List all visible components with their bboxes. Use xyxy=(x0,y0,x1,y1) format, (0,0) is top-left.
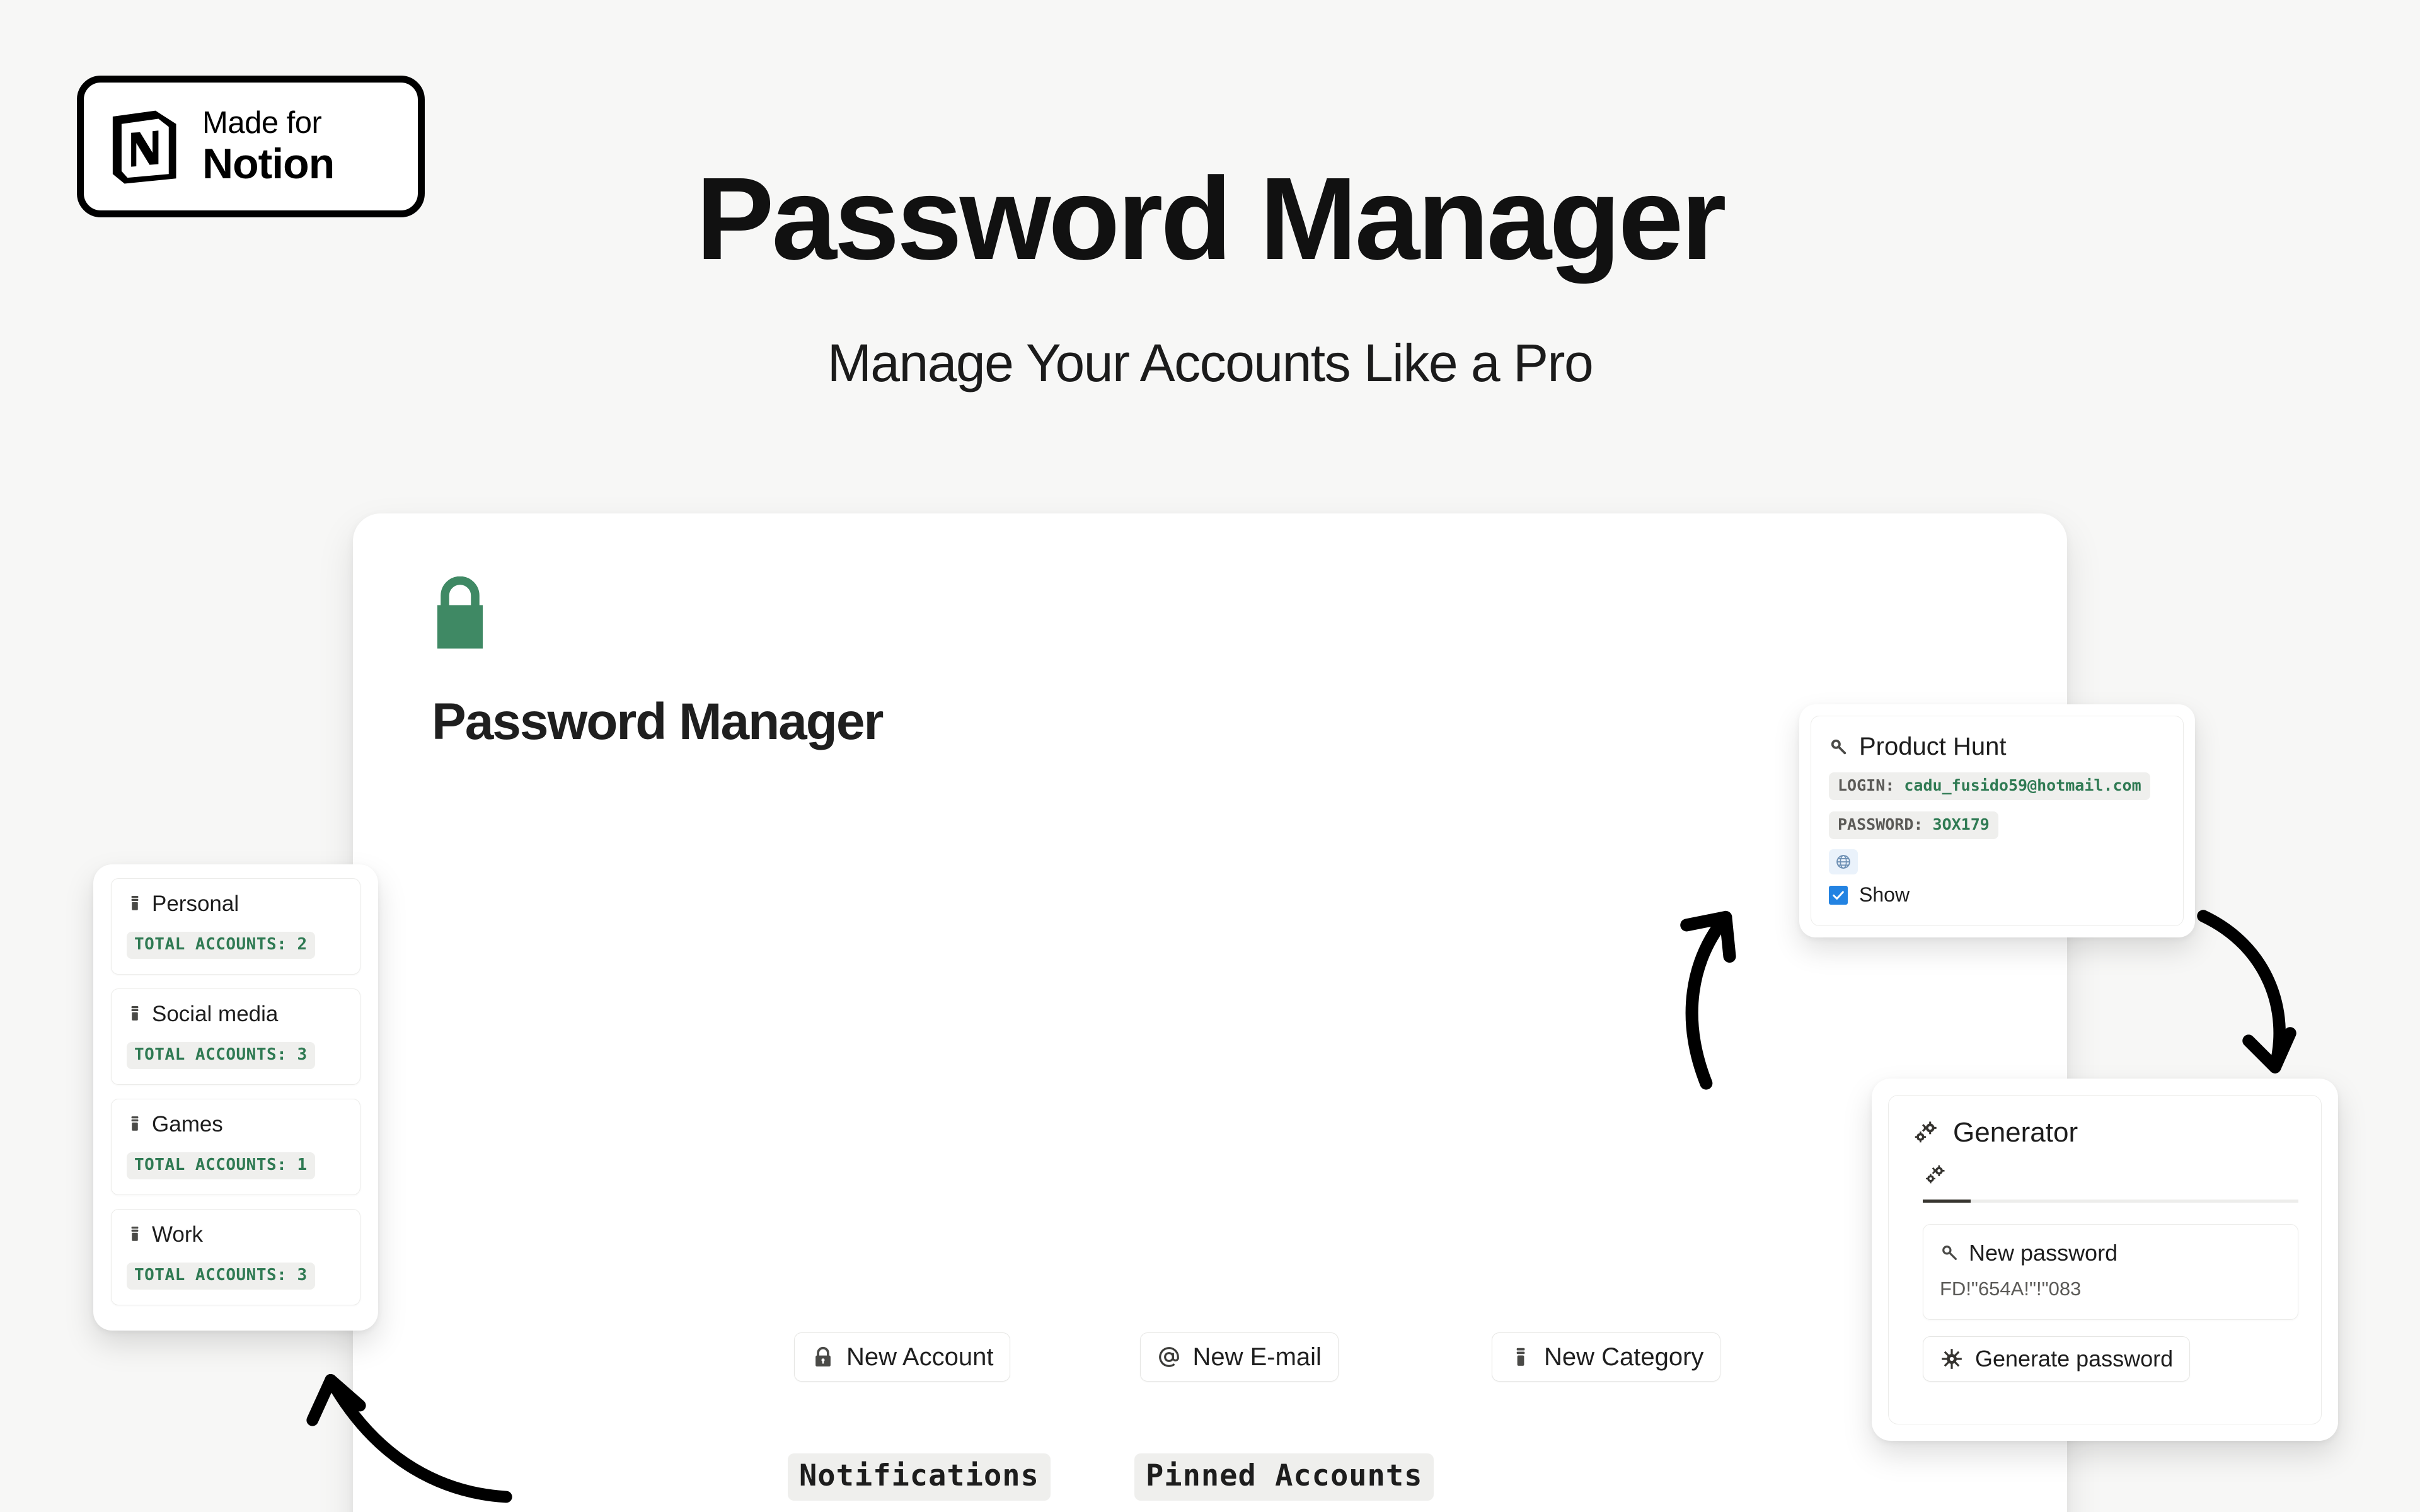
account-detail-panel: Product Hunt LOGIN: cadu_fusido59@hotmai… xyxy=(1799,704,2195,937)
new-email-button[interactable]: New E-mail xyxy=(1140,1332,1339,1382)
category-card[interactable]: Social media TOTAL ACCOUNTS: 3 xyxy=(111,988,360,1085)
notifications-section: Notifications xyxy=(788,1453,1065,1512)
generate-password-label: Generate password xyxy=(1975,1346,2174,1372)
notifications-section-label: Notifications xyxy=(788,1453,1051,1501)
show-toggle[interactable]: Show xyxy=(1829,883,2165,907)
new-account-button[interactable]: New Account xyxy=(794,1332,1011,1382)
key-icon xyxy=(1942,1246,1957,1260)
generator-card: Generator New password FD!"654A!"!"083 G… xyxy=(1888,1095,2322,1424)
globe-icon xyxy=(1836,855,1850,869)
app-window: Password Manager New Account New E-mail xyxy=(353,513,2067,1512)
login-field: LOGIN: cadu_fusido59@hotmail.com xyxy=(1829,772,2150,800)
pinned-accounts-section-label: Pinned Accounts xyxy=(1134,1453,1434,1501)
show-checkbox[interactable] xyxy=(1829,885,1848,905)
account-detail-card[interactable]: Product Hunt LOGIN: cadu_fusido59@hotmai… xyxy=(1811,716,2184,926)
at-icon xyxy=(1159,1347,1180,1367)
categories-panel: Personal TOTAL ACCOUNTS: 2 Social media … xyxy=(93,864,378,1331)
generator-title-row: Generator xyxy=(1911,1117,2298,1148)
new-password-value: FD!"654A!"!"083 xyxy=(1940,1278,2082,1300)
badge-made-for-text: Made for xyxy=(202,106,322,140)
pinned-accounts-section: Pinned Accounts Gumro xyxy=(1134,1453,2067,1512)
database-icon xyxy=(1516,1348,1525,1366)
category-name: Games xyxy=(152,1112,223,1137)
category-name-row: Social media xyxy=(127,1002,345,1027)
gears-icon xyxy=(1926,1165,1945,1184)
green-padlock-icon xyxy=(437,576,483,649)
website-link-button[interactable] xyxy=(1829,849,1858,874)
database-icon xyxy=(131,1116,139,1131)
gears-icon xyxy=(1915,1121,1937,1143)
category-name-row: Personal xyxy=(127,891,345,917)
account-detail-title-row: Product Hunt xyxy=(1829,733,2165,761)
account-detail-title: Product Hunt xyxy=(1859,733,2007,760)
database-icon xyxy=(131,896,139,910)
category-name-row: Games xyxy=(127,1112,345,1137)
generator-title: Generator xyxy=(1953,1117,2078,1148)
generator-view-header xyxy=(1923,1162,2298,1191)
category-name: Work xyxy=(152,1222,204,1247)
new-category-label: New Category xyxy=(1543,1343,1704,1371)
lock-icon xyxy=(815,1346,831,1367)
category-card[interactable]: Games TOTAL ACCOUNTS: 1 xyxy=(111,1099,360,1195)
total-accounts-badge: TOTAL ACCOUNTS: 3 xyxy=(127,1263,315,1290)
key-icon xyxy=(1831,739,1847,754)
check-icon xyxy=(1833,890,1844,900)
arrow-to-generator xyxy=(2197,910,2296,1074)
total-accounts-badge: TOTAL ACCOUNTS: 2 xyxy=(127,932,315,959)
toolbar: New Account New E-mail New Category xyxy=(794,1332,1721,1382)
new-password-label: New password xyxy=(1969,1240,2118,1266)
password-field: PASSWORD: 3OX179 xyxy=(1829,811,1998,839)
category-card[interactable]: Work TOTAL ACCOUNTS: 3 xyxy=(111,1209,360,1305)
category-card[interactable]: Personal TOTAL ACCOUNTS: 2 xyxy=(111,878,360,975)
category-name: Personal xyxy=(152,891,239,916)
new-email-label: New E-mail xyxy=(1192,1343,1322,1371)
new-account-label: New Account xyxy=(846,1343,994,1371)
show-label: Show xyxy=(1859,883,1910,906)
total-accounts-badge: TOTAL ACCOUNTS: 1 xyxy=(127,1152,315,1179)
generator-view-rule xyxy=(1923,1200,2298,1203)
category-name: Social media xyxy=(152,1002,279,1026)
page-root: Made for Notion Password Manager Manage … xyxy=(0,0,2420,1512)
generator-panel: Generator New password FD!"654A!"!"083 G… xyxy=(1872,1079,2338,1441)
database-icon xyxy=(131,1227,139,1241)
new-password-label-row: New password xyxy=(1940,1240,2281,1266)
generate-password-button[interactable]: Generate password xyxy=(1923,1336,2191,1382)
password-value: 3OX179 xyxy=(1932,815,1990,833)
database-icon xyxy=(131,1006,139,1021)
login-value: cadu_fusido59@hotmail.com xyxy=(1904,776,2141,794)
category-name-row: Work xyxy=(127,1222,345,1247)
new-category-button[interactable]: New Category xyxy=(1491,1332,1721,1382)
new-password-card[interactable]: New password FD!"654A!"!"083 xyxy=(1923,1224,2298,1320)
password-key: PASSWORD: xyxy=(1838,815,1923,833)
login-key: LOGIN: xyxy=(1838,776,1895,794)
hero-subtitle: Manage Your Accounts Like a Pro xyxy=(827,333,1594,392)
total-accounts-badge: TOTAL ACCOUNTS: 3 xyxy=(127,1042,315,1069)
gear-icon xyxy=(1942,1349,1962,1369)
hero-title: Password Manager xyxy=(696,154,1726,284)
